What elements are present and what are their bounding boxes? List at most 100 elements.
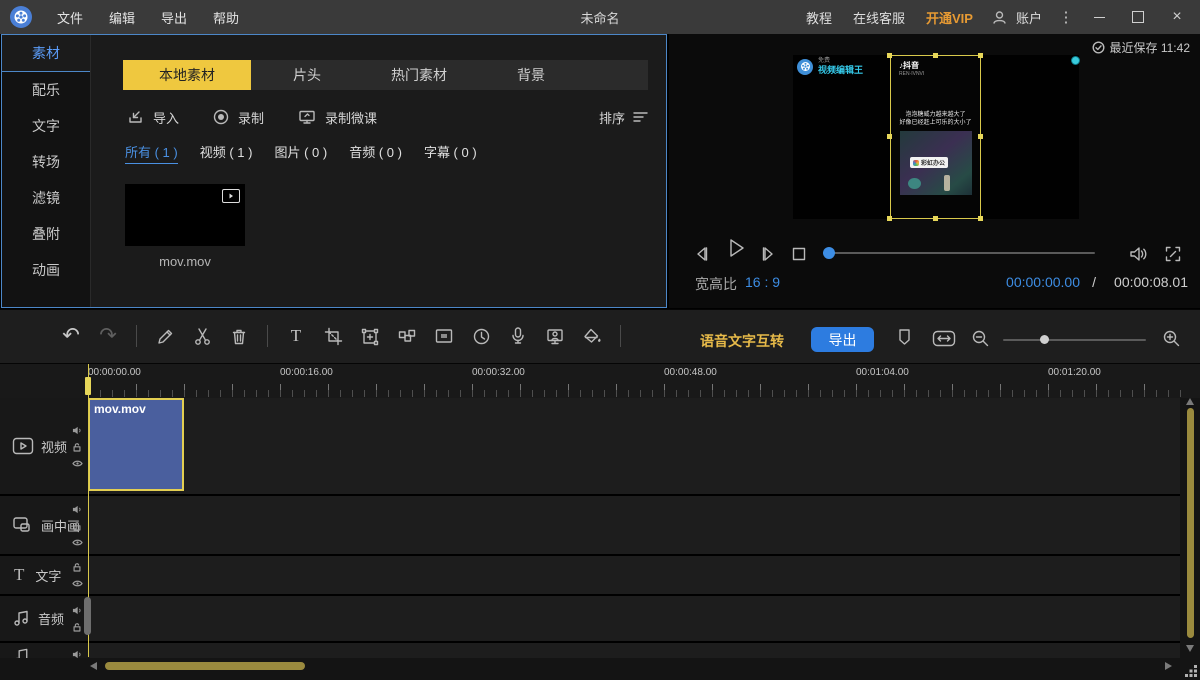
edit-tool-button[interactable] [154,323,176,349]
mute-icon[interactable] [72,425,83,436]
close-button[interactable]: × [1162,0,1192,34]
sidebar-item-text[interactable]: 文字 [2,108,90,144]
mute-icon[interactable] [72,504,83,515]
zoom-crop-tool-button[interactable] [359,323,381,349]
playback-slider-knob[interactable] [823,247,835,259]
track-partial[interactable] [0,643,1180,658]
handle-right[interactable] [978,134,983,139]
menu-export[interactable]: 导出 [161,8,187,27]
lock-icon[interactable] [72,442,82,453]
mute-icon[interactable] [72,649,83,658]
handle-top[interactable] [933,53,938,58]
account-link[interactable]: 账户 [1016,8,1048,27]
resize-grip[interactable] [1185,665,1198,678]
online-support-link[interactable]: 在线客服 [847,8,911,27]
fit-timeline-icon[interactable] [932,330,956,347]
horizontal-scroll-thumb[interactable] [105,662,305,670]
fullscreen-icon[interactable] [1164,245,1182,263]
redo-button[interactable]: ↷ [97,323,119,349]
track-pip[interactable]: 画中画 [0,496,1180,556]
zoom-in-icon[interactable] [1162,329,1181,348]
record-lesson-button[interactable]: 录制微课 [298,108,377,127]
handle-bottom[interactable] [933,216,938,221]
handle-top-right[interactable] [978,53,983,58]
tab-local-media[interactable]: 本地素材 [123,60,251,90]
import-button[interactable]: 导入 [127,108,179,127]
scroll-down-icon[interactable] [1186,645,1194,652]
maximize-button[interactable] [1123,0,1153,34]
handle-bottom-left[interactable] [887,216,892,221]
menu-edit[interactable]: 编辑 [109,8,135,27]
more-menu-icon[interactable]: ⋮ [1057,0,1075,34]
track-audio[interactable]: 音频 [0,596,1180,643]
media-item-thumbnail[interactable] [125,184,245,246]
handle-left[interactable] [887,134,892,139]
scroll-up-icon[interactable] [1186,398,1194,405]
horizontal-scrollbar[interactable] [88,658,1168,674]
selected-video-clip[interactable]: ♪抖音 REN·IVNVI 泡泡糖威力越来越大了 好像已经赶上可乐的大小了 彩虹… [890,55,981,219]
mosaic-tool-button[interactable] [396,323,418,349]
track-scroll-handle[interactable] [84,597,91,635]
play-button[interactable] [724,236,748,260]
text-tool-button[interactable]: T [285,323,307,349]
scroll-left-icon[interactable] [90,662,97,670]
visibility-icon[interactable] [72,538,83,547]
sidebar-item-filter[interactable]: 滤镜 [2,180,90,216]
crop-tool-button[interactable] [322,323,344,349]
export-button[interactable]: 导出 [811,327,874,352]
duration-tool-button[interactable] [470,323,492,349]
tab-intro[interactable]: 片头 [251,60,363,90]
zoom-out-icon[interactable] [971,329,990,348]
sidebar-item-music[interactable]: 配乐 [2,72,90,108]
speech-text-convert-button[interactable]: 语音文字互转 [700,331,784,351]
sidebar-item-media[interactable]: 素材 [2,35,90,72]
scroll-right-icon[interactable] [1165,662,1172,670]
lock-icon[interactable] [72,622,82,633]
voiceover-tool-button[interactable] [507,323,529,349]
tab-background[interactable]: 背景 [475,60,587,90]
aspect-ratio-value[interactable]: 16 : 9 [745,274,780,290]
visibility-icon[interactable] [72,579,83,588]
vertical-scroll-thumb[interactable] [1187,408,1194,638]
menu-file[interactable]: 文件 [57,8,83,27]
undo-button[interactable]: ↶ [60,323,82,349]
track-video[interactable]: 视频 mov.mov [0,398,1180,496]
presenter-tool-button[interactable] [544,323,566,349]
minimize-button[interactable] [1084,0,1114,34]
delete-tool-button[interactable] [228,323,250,349]
handle-top-left[interactable] [887,53,892,58]
filter-video[interactable]: 视频 ( 1 ) [200,142,253,164]
vip-link[interactable]: 开通VIP [920,8,979,27]
playhead-marker[interactable] [85,377,91,395]
filter-subtitle[interactable]: 字幕 ( 0 ) [424,142,477,164]
sort-button[interactable]: 排序 [599,108,648,127]
tutorial-link[interactable]: 教程 [800,8,838,27]
menu-help[interactable]: 帮助 [213,8,239,27]
timeline-zoom-knob[interactable] [1040,335,1049,344]
volume-icon[interactable] [1129,245,1149,263]
next-frame-button[interactable] [759,245,777,263]
record-button[interactable]: 录制 [213,108,264,127]
sidebar-item-overlay[interactable]: 叠附 [2,216,90,252]
vertical-scrollbar[interactable] [1186,398,1196,660]
stop-button[interactable] [791,246,807,262]
lock-icon[interactable] [72,562,82,573]
filter-image[interactable]: 图片 ( 0 ) [274,142,327,164]
mute-icon[interactable] [72,605,83,616]
sidebar-item-transition[interactable]: 转场 [2,144,90,180]
fill-tool-button[interactable] [581,323,603,349]
filter-all[interactable]: 所有 ( 1 ) [125,142,178,164]
timeline-ruler[interactable]: 00:00:00.00 00:00:16.00 00:00:32.00 00:0… [0,364,1200,398]
playback-slider[interactable] [825,252,1095,254]
visibility-icon[interactable] [72,459,83,468]
pip-tool-button[interactable] [433,323,455,349]
lock-icon[interactable] [72,521,82,532]
filter-audio[interactable]: 音频 ( 0 ) [349,142,402,164]
tab-popular-media[interactable]: 热门素材 [363,60,475,90]
marker-flag-icon[interactable] [896,327,913,348]
split-tool-button[interactable] [191,323,213,349]
handle-bottom-right[interactable] [978,216,983,221]
sidebar-item-animation[interactable]: 动画 [2,252,90,288]
track-text[interactable]: T 文字 [0,556,1180,596]
timeline-zoom-slider[interactable] [1003,339,1146,341]
